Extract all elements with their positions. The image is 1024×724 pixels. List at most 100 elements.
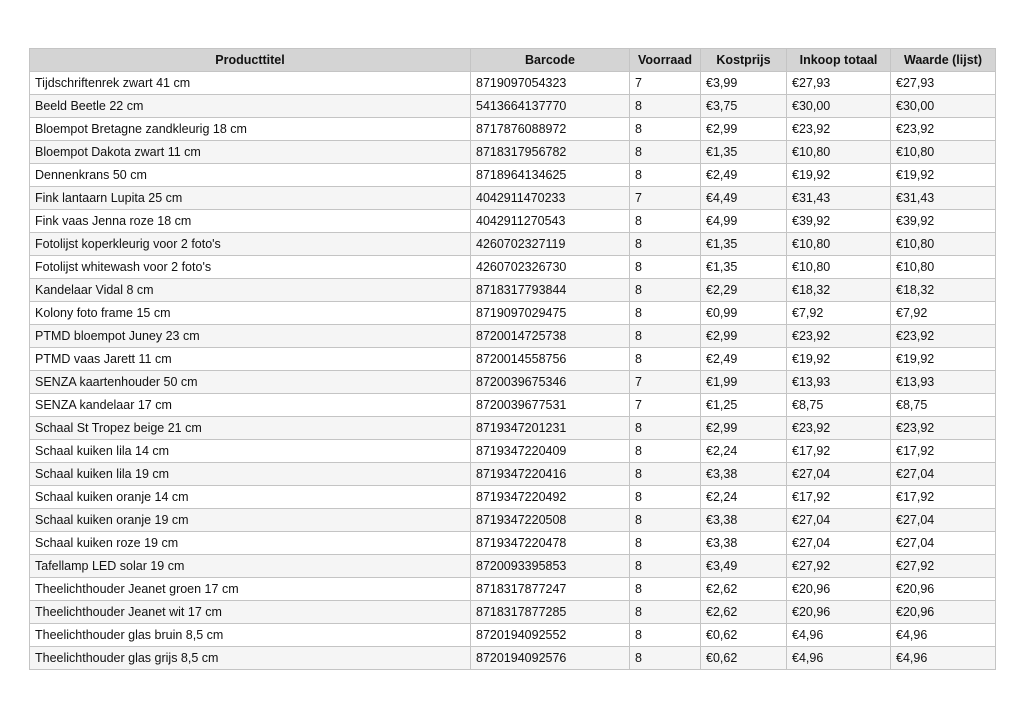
list-value-cell: €27,04 [890,462,996,486]
cost-price-cell: €3,49 [700,554,787,578]
stock-cell: 8 [629,140,701,164]
barcode-cell: 4042911470233 [470,186,630,210]
list-value-cell: €18,32 [890,278,996,302]
product-title-cell: Schaal kuiken oranje 14 cm [29,485,471,509]
list-value-cell: €27,93 [890,71,996,95]
document-page: Producttitel Barcode Voorraad Kostprijs … [0,0,1024,724]
purchase-total-cell: €20,96 [786,577,891,601]
list-value-cell: €23,92 [890,324,996,348]
barcode-cell: 4260702326730 [470,255,630,279]
purchase-total-cell: €4,96 [786,623,891,647]
product-title-cell: SENZA kaartenhouder 50 cm [29,370,471,394]
table-row: PTMD bloempot Juney 23 cm 8720014725738 8 €… [29,324,996,348]
cost-price-cell: €3,38 [700,462,787,486]
stock-cell: 8 [629,94,701,118]
product-title-cell: Beeld Beetle 22 cm [29,94,471,118]
stock-cell: 8 [629,232,701,256]
table-row: Fink lantaarn Lupita 25 cm 4042911470233 7… [29,186,996,210]
table-row: Fotolijst whitewash voor 2 foto's 4260702… [29,255,996,279]
list-value-cell: €13,93 [890,370,996,394]
barcode-cell: 8718964134625 [470,163,630,187]
barcode-cell: 5413664137770 [470,94,630,118]
stock-cell: 8 [629,577,701,601]
column-header-kostprijs: Kostprijs [700,48,787,72]
cost-price-cell: €1,99 [700,370,787,394]
cost-price-cell: €2,24 [700,439,787,463]
purchase-total-cell: €31,43 [786,186,891,210]
barcode-cell: 8719347201231 [470,416,630,440]
purchase-total-cell: €27,92 [786,554,891,578]
stock-cell: 8 [629,324,701,348]
table-row: Bloempot Dakota zwart 11 cm 8718317956782… [29,140,996,164]
product-title-cell: Theelichthouder glas bruin 8,5 cm [29,623,471,647]
product-title-cell: Kolony foto frame 15 cm [29,301,471,325]
purchase-total-cell: €13,93 [786,370,891,394]
inventory-table: Producttitel Barcode Voorraad Kostprijs … [29,48,996,670]
product-title-cell: Theelichthouder Jeanet groen 17 cm [29,577,471,601]
barcode-cell: 8720039675346 [470,370,630,394]
barcode-cell: 4042911270543 [470,209,630,233]
table-row: Schaal kuiken roze 19 cm 8719347220478 8 €3… [29,531,996,555]
stock-cell: 8 [629,623,701,647]
stock-cell: 8 [629,508,701,532]
stock-cell: 8 [629,554,701,578]
product-title-cell: PTMD bloempot Juney 23 cm [29,324,471,348]
table-row: Tafellamp LED solar 19 cm 8720093395853 8 €… [29,554,996,578]
barcode-cell: 8718317877247 [470,577,630,601]
cost-price-cell: €0,62 [700,646,787,670]
column-header-waarde-lijst: Waarde (lijst) [890,48,996,72]
barcode-cell: 8719347220409 [470,439,630,463]
product-title-cell: Fotolijst whitewash voor 2 foto's [29,255,471,279]
purchase-total-cell: €10,80 [786,140,891,164]
purchase-total-cell: €23,92 [786,324,891,348]
stock-cell: 7 [629,71,701,95]
product-title-cell: Fotolijst koperkleurig voor 2 foto's [29,232,471,256]
table-row: Bloempot Bretagne zandkleurig 18 cm 87178… [29,117,996,141]
product-title-cell: Theelichthouder Jeanet wit 17 cm [29,600,471,624]
barcode-cell: 8720014725738 [470,324,630,348]
table-row: SENZA kaartenhouder 50 cm 8720039675346 7 €… [29,370,996,394]
cost-price-cell: €2,99 [700,324,787,348]
purchase-total-cell: €4,96 [786,646,891,670]
cost-price-cell: €0,62 [700,623,787,647]
cost-price-cell: €2,29 [700,278,787,302]
purchase-total-cell: €10,80 [786,232,891,256]
barcode-cell: 8720194092576 [470,646,630,670]
purchase-total-cell: €27,04 [786,508,891,532]
purchase-total-cell: €19,92 [786,347,891,371]
barcode-cell: 8718317877285 [470,600,630,624]
stock-cell: 8 [629,439,701,463]
column-header-inkoop-totaal: Inkoop totaal [786,48,891,72]
product-title-cell: Tafellamp LED solar 19 cm [29,554,471,578]
cost-price-cell: €4,49 [700,186,787,210]
cost-price-cell: €3,38 [700,508,787,532]
product-title-cell: Schaal St Tropez beige 21 cm [29,416,471,440]
purchase-total-cell: €17,92 [786,485,891,509]
purchase-total-cell: €27,93 [786,71,891,95]
stock-cell: 8 [629,485,701,509]
purchase-total-cell: €23,92 [786,117,891,141]
cost-price-cell: €4,99 [700,209,787,233]
list-value-cell: €27,04 [890,531,996,555]
barcode-cell: 8720014558756 [470,347,630,371]
table-body: Tijdschriftenrek zwart 41 cm 871909705432… [29,71,996,670]
list-value-cell: €10,80 [890,255,996,279]
cost-price-cell: €1,35 [700,255,787,279]
table-row: Theelichthouder glas bruin 8,5 cm 8720194… [29,623,996,647]
stock-cell: 8 [629,531,701,555]
purchase-total-cell: €27,04 [786,462,891,486]
cost-price-cell: €0,99 [700,301,787,325]
column-header-barcode: Barcode [470,48,630,72]
barcode-cell: 8719347220416 [470,462,630,486]
stock-cell: 8 [629,347,701,371]
table-row: Kandelaar Vidal 8 cm 8718317793844 8 €2,29 €… [29,278,996,302]
stock-cell: 8 [629,600,701,624]
list-value-cell: €31,43 [890,186,996,210]
list-value-cell: €4,96 [890,646,996,670]
cost-price-cell: €1,35 [700,140,787,164]
cost-price-cell: €2,49 [700,347,787,371]
product-title-cell: PTMD vaas Jarett 11 cm [29,347,471,371]
barcode-cell: 8719347220508 [470,508,630,532]
table-row: Fink vaas Jenna roze 18 cm 4042911270543 8… [29,209,996,233]
list-value-cell: €23,92 [890,117,996,141]
